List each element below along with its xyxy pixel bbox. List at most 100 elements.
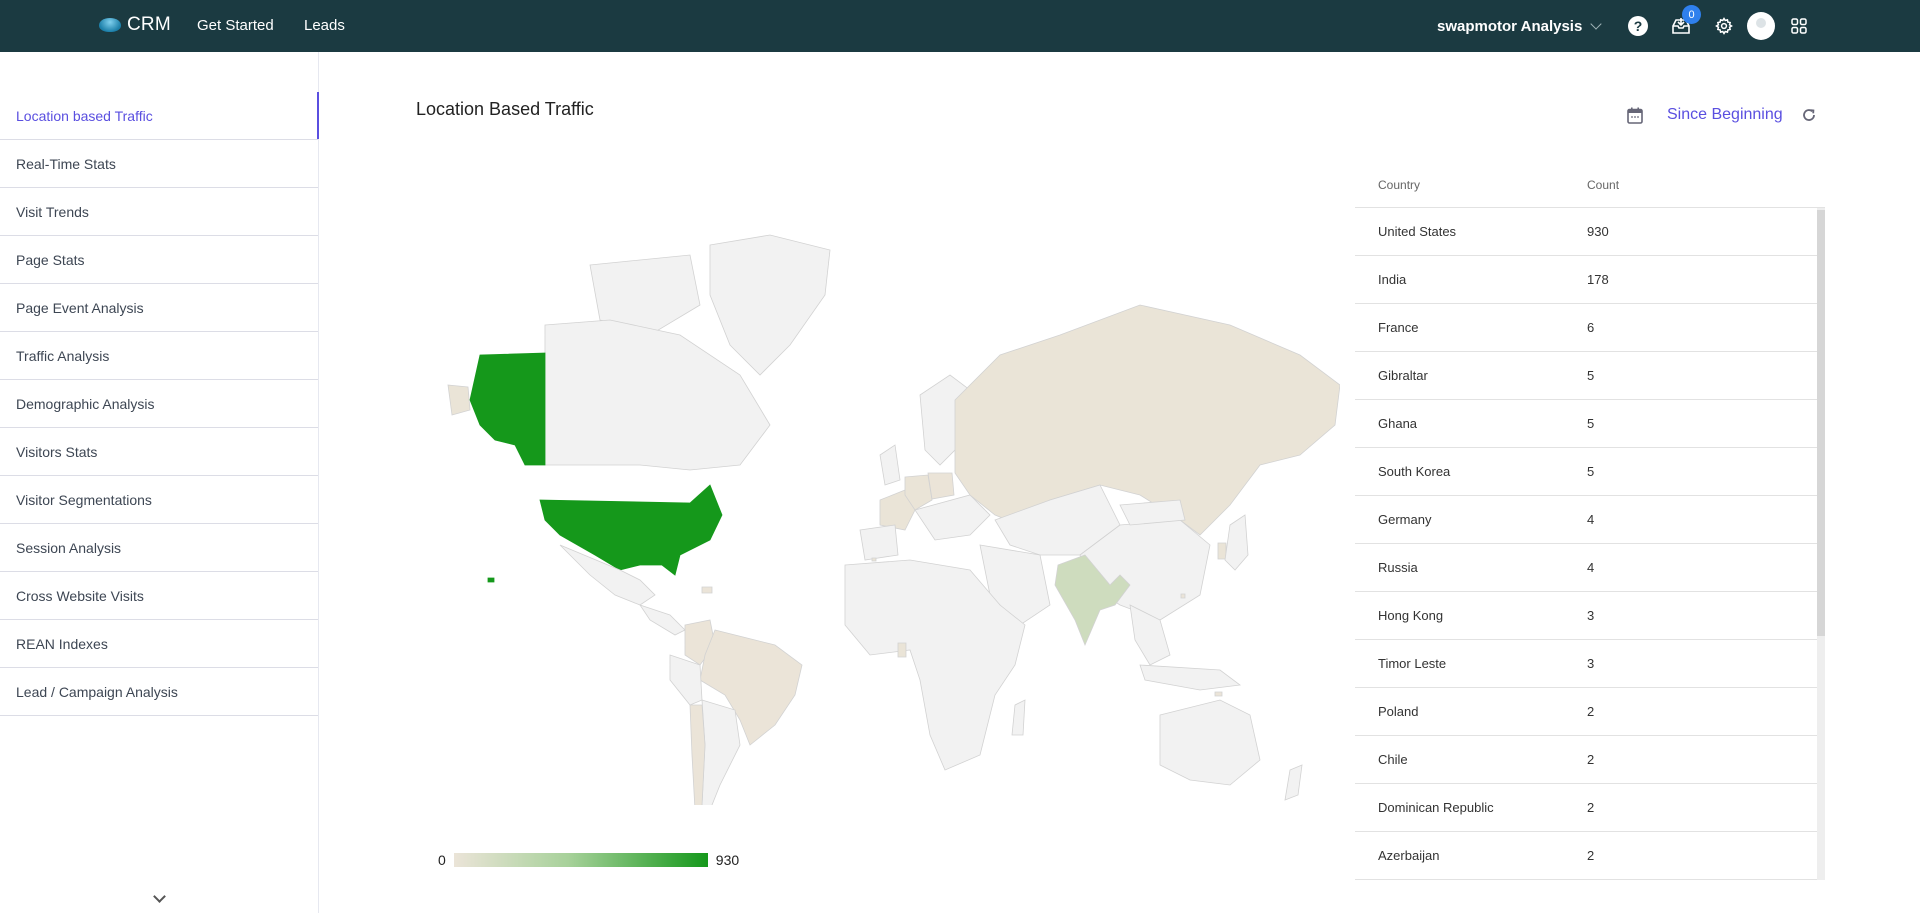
map-region-new-zealand[interactable] — [1284, 764, 1303, 801]
sidebar-item-label: Cross Website Visits — [16, 587, 144, 604]
sidebar-item-label: Visitor Segmentations — [16, 491, 152, 508]
map-region-gibraltar[interactable] — [871, 557, 877, 562]
sidebar-item-visitor-segmentations[interactable]: Visitor Segmentations — [0, 476, 318, 524]
table-body: United States 930 India 178 France 6 Gibraltar… — [1355, 208, 1825, 880]
map-region-chukotka[interactable] — [447, 384, 471, 416]
date-range-selector[interactable]: Since Beginning — [1667, 106, 1783, 124]
map-region-madagascar[interactable] — [1011, 699, 1026, 736]
brand[interactable]: CRM — [99, 14, 171, 36]
sidebar-item-real-time-stats[interactable]: Real-Time Stats — [0, 140, 318, 188]
help-icon: ? — [1628, 16, 1648, 36]
help-button[interactable]: ? — [1627, 15, 1649, 37]
sidebar-item-session-analysis[interactable]: Session Analysis — [0, 524, 318, 572]
sidebar-item-label: Session Analysis — [16, 539, 122, 556]
sidebar-item-label: Visitors Stats — [16, 443, 98, 460]
table-row: Dominican Republic 2 — [1355, 784, 1817, 832]
sidebar-item-label: Real-Time Stats — [16, 155, 116, 172]
map-region-timor-leste[interactable] — [1214, 691, 1223, 697]
cell-country: India — [1378, 272, 1407, 287]
map-region-japan[interactable] — [1224, 514, 1249, 571]
map-region-south-korea[interactable] — [1217, 542, 1227, 560]
sidebar-item-rean-indexes[interactable]: REAN Indexes — [0, 620, 318, 668]
map-region-russia[interactable] — [954, 304, 1341, 536]
sidebar-item-page-stats[interactable]: Page Stats — [0, 236, 318, 284]
table-row: Azerbaijan 2 — [1355, 832, 1817, 880]
calendar-icon[interactable] — [1627, 107, 1643, 124]
sidebar-item-label: Page Event Analysis — [16, 299, 144, 316]
table-row: Germany 4 — [1355, 496, 1817, 544]
chevron-down-icon[interactable] — [153, 890, 166, 903]
sidebar-item-label: Lead / Campaign Analysis — [16, 683, 178, 700]
scrollbar-thumb[interactable] — [1817, 210, 1825, 636]
cell-country: South Korea — [1378, 464, 1451, 479]
legend-min: 0 — [438, 852, 446, 868]
nav-get-started[interactable]: Get Started — [197, 17, 274, 34]
table-row: Gibraltar 5 — [1355, 352, 1817, 400]
map-region-central-america[interactable] — [639, 604, 686, 636]
map-region-ghana[interactable] — [897, 642, 907, 658]
table-row: South Korea 5 — [1355, 448, 1817, 496]
top-nav-bar: CRM Get Started Leads swapmotor Analysis… — [0, 0, 1920, 52]
column-header-country[interactable]: Country — [1355, 178, 1587, 192]
map-region-australia[interactable] — [1159, 699, 1261, 786]
user-avatar[interactable] — [1747, 12, 1775, 40]
sidebar-item-label: REAN Indexes — [16, 635, 108, 652]
map-region-poland[interactable] — [927, 472, 955, 500]
cell-country: Russia — [1378, 560, 1418, 575]
table-row: United States 930 — [1355, 208, 1817, 256]
settings-button[interactable] — [1713, 15, 1735, 37]
table-row: Hong Kong 3 — [1355, 592, 1817, 640]
map-region-alaska[interactable] — [469, 352, 546, 466]
legend-gradient-bar — [453, 853, 708, 867]
world-map — [440, 225, 1341, 811]
cell-country: Chile — [1378, 752, 1408, 767]
cell-count: 5 — [1587, 416, 1595, 431]
map-region-united-states[interactable] — [539, 484, 723, 576]
map-region-iberia[interactable] — [859, 524, 899, 561]
sidebar-item-label: Visit Trends — [16, 203, 89, 220]
apps-menu-button[interactable] — [1788, 15, 1810, 37]
sidebar-item-visitors-stats[interactable]: Visitors Stats — [0, 428, 318, 476]
refresh-icon[interactable] — [1801, 107, 1817, 123]
map-region-chile[interactable] — [689, 704, 706, 811]
map-region-indonesia[interactable] — [1139, 664, 1242, 691]
sidebar-item-cross-website-visits[interactable]: Cross Website Visits — [0, 572, 318, 620]
sidebar-item-page-event-analysis[interactable]: Page Event Analysis — [0, 284, 318, 332]
column-header-count[interactable]: Count — [1587, 178, 1619, 192]
map-region-hong-kong[interactable] — [1180, 593, 1186, 599]
map-region-hawaii[interactable] — [487, 577, 495, 583]
sidebar-item-traffic-analysis[interactable]: Traffic Analysis — [0, 332, 318, 380]
cell-country: Timor Leste — [1378, 656, 1447, 671]
cell-country: Azerbaijan — [1378, 848, 1440, 863]
map-region-uk[interactable] — [879, 444, 901, 486]
sidebar-item-visit-trends[interactable]: Visit Trends — [0, 188, 318, 236]
cell-count: 4 — [1587, 560, 1595, 575]
map-region-argentina[interactable] — [701, 699, 741, 811]
gear-icon — [1715, 17, 1733, 35]
date-range-control: Since Beginning — [1627, 106, 1817, 124]
nav-leads[interactable]: Leads — [304, 17, 345, 34]
map-region-greenland[interactable] — [709, 234, 831, 376]
cell-count: 930 — [1587, 224, 1609, 239]
cell-count: 6 — [1587, 320, 1595, 335]
map-region-mongolia[interactable] — [1119, 499, 1186, 526]
map-region-dominican-republic[interactable] — [701, 586, 713, 594]
cell-country: Dominican Republic — [1378, 800, 1494, 815]
chevron-down-icon — [1590, 18, 1602, 30]
sidebar-item-label: Traffic Analysis — [16, 347, 110, 364]
org-switcher[interactable]: swapmotor Analysis — [1437, 18, 1602, 35]
brand-name: CRM — [127, 14, 171, 35]
cell-country: Hong Kong — [1378, 608, 1444, 623]
cell-count: 5 — [1587, 464, 1595, 479]
sidebar-item-location-based-traffic[interactable]: Location based Traffic — [0, 92, 319, 140]
cell-count: 5 — [1587, 368, 1595, 383]
country-count-table: Country Count United States 930 India 178 Fr… — [1355, 162, 1825, 880]
cell-count: 2 — [1587, 752, 1595, 767]
apps-grid-icon — [1791, 18, 1807, 34]
table-row: Poland 2 — [1355, 688, 1817, 736]
cell-count: 4 — [1587, 512, 1595, 527]
color-scale-legend: 0 930 — [438, 852, 739, 868]
crm-logo-icon — [99, 18, 121, 32]
sidebar-item-lead-campaign-analysis[interactable]: Lead / Campaign Analysis — [0, 668, 318, 716]
sidebar-item-demographic-analysis[interactable]: Demographic Analysis — [0, 380, 318, 428]
